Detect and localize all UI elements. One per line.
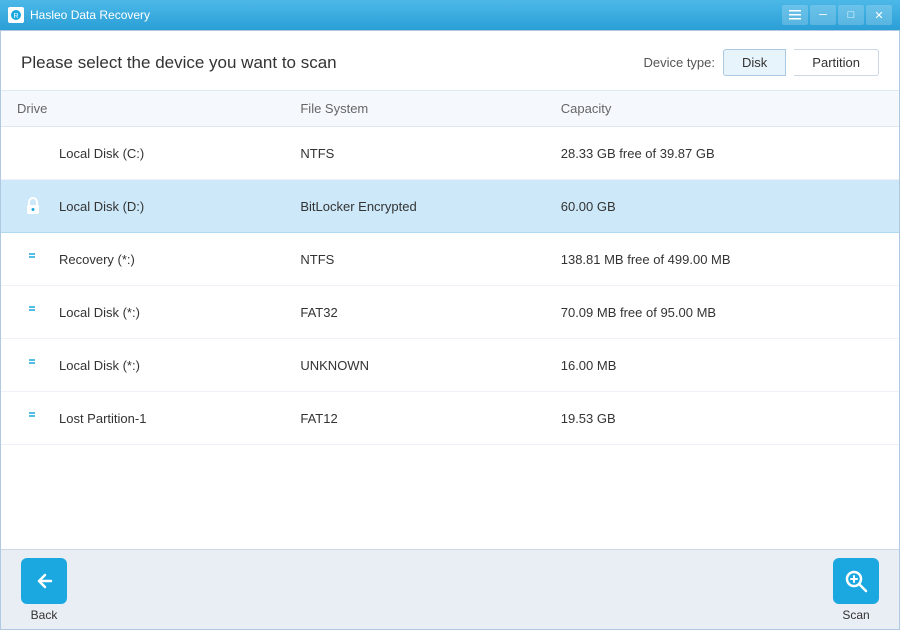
table-row[interactable]: Local Disk (*:) UNKNOWN16.00 MB (1, 339, 899, 392)
file-drive-icon (17, 349, 49, 381)
col-filesystem: File System (284, 91, 544, 127)
minimize-button[interactable]: ─ (810, 5, 836, 25)
lock-drive-icon (17, 190, 49, 222)
disk-button[interactable]: Disk (723, 49, 786, 76)
windows-drive-icon (17, 137, 49, 169)
back-label: Back (31, 608, 58, 622)
drive-table: Drive File System Capacity Local Disk (C… (1, 91, 899, 445)
col-capacity: Capacity (545, 91, 899, 127)
svg-text:R: R (13, 13, 18, 20)
partition-button[interactable]: Partition (794, 49, 879, 76)
device-type-label: Device type: (643, 55, 715, 70)
table-row[interactable]: Local Disk (C:) NTFS28.33 GB free of 39.8… (1, 127, 899, 180)
drive-name: Local Disk (*:) (59, 305, 140, 320)
drive-cell: Lost Partition-1 (1, 392, 284, 445)
footer: Back Scan (1, 549, 899, 629)
filesystem-cell: FAT32 (284, 286, 544, 339)
main-window: Please select the device you want to sca… (0, 30, 900, 630)
drive-name: Local Disk (D:) (59, 199, 144, 214)
filesystem-cell: NTFS (284, 127, 544, 180)
table-row[interactable]: Lost Partition-1 FAT1219.53 GB (1, 392, 899, 445)
capacity-cell: 60.00 GB (545, 180, 899, 233)
table-row[interactable]: Local Disk (D:) BitLocker Encrypted60.00 … (1, 180, 899, 233)
close-button[interactable]: ✕ (866, 5, 892, 25)
drive-table-container: Drive File System Capacity Local Disk (C… (1, 91, 899, 549)
scan-icon (833, 558, 879, 604)
drive-cell: Recovery (*:) (1, 233, 284, 286)
filesystem-cell: NTFS (284, 233, 544, 286)
back-button[interactable]: Back (21, 558, 67, 622)
filesystem-cell: BitLocker Encrypted (284, 180, 544, 233)
capacity-cell: 138.81 MB free of 499.00 MB (545, 233, 899, 286)
drive-name: Lost Partition-1 (59, 411, 146, 426)
back-icon (21, 558, 67, 604)
capacity-cell: 70.09 MB free of 95.00 MB (545, 286, 899, 339)
file-drive-icon (17, 243, 49, 275)
drive-name: Local Disk (*:) (59, 358, 140, 373)
drive-cell: Local Disk (C:) (1, 127, 284, 180)
filesystem-cell: UNKNOWN (284, 339, 544, 392)
title-bar: R Hasleo Data Recovery ─ □ ✕ (0, 0, 900, 30)
drive-cell: Local Disk (*:) (1, 339, 284, 392)
table-header-row: Drive File System Capacity (1, 91, 899, 127)
drive-cell: Local Disk (*:) (1, 286, 284, 339)
capacity-cell: 19.53 GB (545, 392, 899, 445)
scan-label: Scan (842, 608, 869, 622)
filesystem-cell: FAT12 (284, 392, 544, 445)
maximize-button[interactable]: □ (838, 5, 864, 25)
table-row[interactable]: Recovery (*:) NTFS138.81 MB free of 499.0… (1, 233, 899, 286)
menu-button[interactable] (782, 5, 808, 25)
device-type-group: Device type: Disk Partition (643, 49, 879, 76)
capacity-cell: 28.33 GB free of 39.87 GB (545, 127, 899, 180)
drive-name: Recovery (*:) (59, 252, 135, 267)
drive-cell: Local Disk (D:) (1, 180, 284, 233)
page-title: Please select the device you want to sca… (21, 53, 337, 73)
window-controls: ─ □ ✕ (782, 5, 892, 25)
app-title: Hasleo Data Recovery (30, 8, 782, 22)
col-drive: Drive (1, 91, 284, 127)
capacity-cell: 16.00 MB (545, 339, 899, 392)
scan-button[interactable]: Scan (833, 558, 879, 622)
app-icon: R (8, 7, 24, 23)
file-drive-icon (17, 296, 49, 328)
table-row[interactable]: Local Disk (*:) FAT3270.09 MB free of 95.… (1, 286, 899, 339)
header: Please select the device you want to sca… (1, 31, 899, 91)
file-drive-icon (17, 402, 49, 434)
drive-name: Local Disk (C:) (59, 146, 144, 161)
